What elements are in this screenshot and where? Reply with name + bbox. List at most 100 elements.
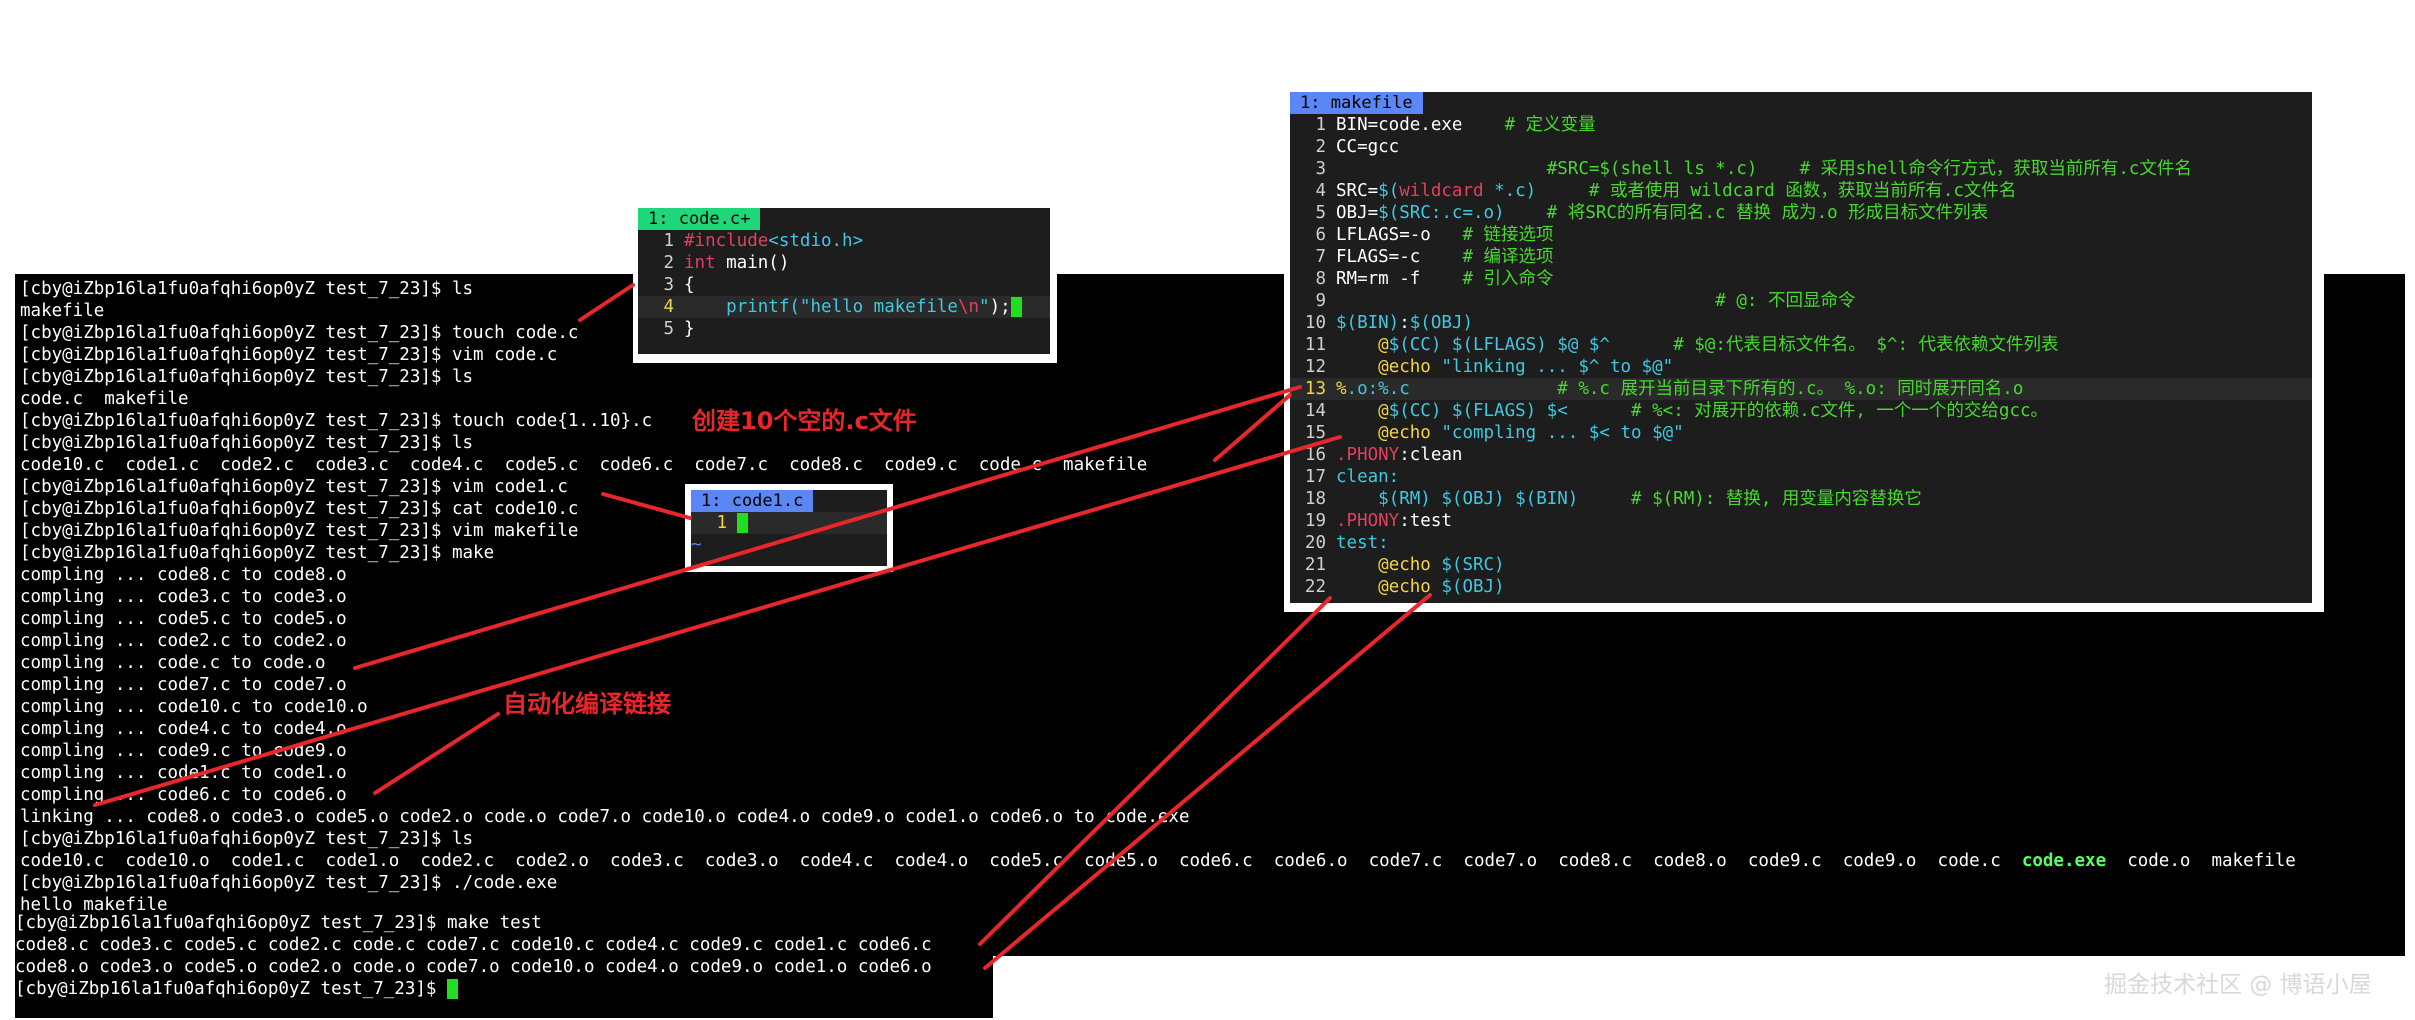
terminal-line: compling ... code6.c to code6.o	[20, 785, 347, 805]
code-token: # %.c 展开当前目录下所有的.c。 %.o: 同时展开同名.o	[1557, 379, 2024, 399]
line-number: 13	[1304, 379, 1326, 399]
line-number: 8	[1315, 269, 1326, 289]
line-number: 12	[1304, 357, 1326, 377]
terminal-line: [cby@iZbp16la1fu0afqhi6op0yZ test_7_23]$…	[15, 913, 542, 933]
makefile-line: 8 RM=rm -f # 引入命令	[1290, 268, 2312, 290]
prompt-text: [cby@iZbp16la1fu0afqhi6op0yZ test_7_23]$	[15, 979, 447, 999]
tab-makefile[interactable]: 1: makefile	[1290, 92, 1423, 114]
code-token: $(OBJ)	[1430, 577, 1505, 597]
code-token: FLAGS=-c	[1336, 247, 1463, 267]
code-token: "hello makefile	[799, 297, 958, 317]
annotation-create-files: 创建10个空的.c文件	[692, 407, 917, 435]
code-token: }	[684, 319, 695, 339]
line-number: 7	[1315, 247, 1326, 267]
code-token: $(SRC:.c=.o)	[1378, 203, 1505, 223]
tab-code-c[interactable]: 1: code.c+	[638, 208, 761, 230]
annotation-auto-compile: 自动化编译链接	[503, 690, 671, 718]
code-token: .PHONY	[1336, 511, 1400, 531]
code-token: :test	[1399, 511, 1452, 531]
code-token: #SRC=$(shell ls *.c) # 采用shell命令行方式，获取当前…	[1546, 159, 2192, 179]
makefile-line: 11 @$(CC) $(LFLAGS) $@ $^ # $@:代表目标文件名。 …	[1290, 334, 2312, 356]
vim-code-line: 3{	[638, 274, 1050, 296]
line-number: 17	[1304, 467, 1326, 487]
terminal-line: compling ... code10.c to code10.o	[20, 697, 368, 717]
line-number: 22	[1304, 577, 1326, 597]
code-token: main()	[715, 253, 790, 273]
terminal-line: code8.c code3.c code5.c code2.c code.c c…	[15, 935, 932, 955]
vim-code1-c-window: 1: code1.c 1 ~	[685, 484, 893, 572]
makefile-line: 5 OBJ=$(SRC:.c=.o) # 将SRC的所有同名.c 替换 成为.o …	[1290, 202, 2312, 224]
makefile-line: 20 test:	[1290, 532, 2312, 554]
makefile-line: 2 CC=gcc	[1290, 136, 2312, 158]
vim-tabbar: 1: code1.c	[691, 490, 887, 512]
code-token: SRC=	[1336, 181, 1379, 201]
terminal-line: linking ... code8.o code3.o code5.o code…	[20, 807, 1190, 827]
code-token: # 或者使用 wildcard 函数，获取当前所有.c文件名	[1588, 181, 2017, 201]
makefile-line: 18 $(RM) $(OBJ) $(BIN) # $(RM): 替换, 用变量内…	[1290, 488, 2312, 510]
makefile-line: 19 .PHONY:test	[1290, 510, 2312, 532]
code-token: # $(RM): 替换, 用变量内容替换它	[1631, 489, 1922, 509]
makefile-line: 10 $(BIN):$(OBJ)	[1290, 312, 2312, 334]
code-token: # 链接选项	[1462, 225, 1554, 245]
code-token: :	[1399, 313, 1410, 333]
makefile-line: 6 LFLAGS=-o # 链接选项	[1290, 224, 2312, 246]
code-token: );	[989, 297, 1011, 317]
ls-exe: code.exe	[2021, 851, 2107, 871]
makefile-line: 4 SRC=$(wildcard *.c) # 或者使用 wildcard 函数，…	[1290, 180, 2312, 202]
terminal-line: [cby@iZbp16la1fu0afqhi6op0yZ test_7_23]$…	[20, 873, 558, 893]
ls-files: code.o makefile	[2106, 851, 2296, 871]
line-number: 5	[663, 319, 674, 339]
vim-code-line: 4 printf("hello makefile\n");	[638, 296, 1050, 318]
code-token: $(	[1378, 181, 1400, 201]
code-token: @	[1378, 335, 1389, 355]
terminal-line-ls: code10.c code10.o code1.c code1.o code2.…	[20, 850, 2296, 872]
vim-code-line: 2 int main()	[638, 252, 1050, 274]
terminal-prompt[interactable]: [cby@iZbp16la1fu0afqhi6op0yZ test_7_23]$	[15, 978, 932, 1000]
makefile-line: 17 clean:	[1290, 466, 2312, 488]
vim-tabbar: 1: code.c+	[638, 208, 1050, 230]
code-token: # %<: 对展开的依赖.c文件, 一个一个的交给gcc。	[1631, 401, 2049, 421]
makefile-line: 13 %.o:%.c # %.c 展开当前目录下所有的.c。 %.o: 同时展开同…	[1290, 378, 2312, 400]
line-number: 19	[1304, 511, 1326, 531]
line-number: 16	[1304, 445, 1326, 465]
code-token: RM=rm -f	[1336, 269, 1463, 289]
line-number: 10	[1304, 313, 1326, 333]
makefile-line: 21 @echo $(SRC)	[1290, 554, 2312, 576]
line-number: 3	[1315, 159, 1326, 179]
make-test-output: [cby@iZbp16la1fu0afqhi6op0yZ test_7_23]$…	[15, 912, 932, 1000]
code-token: .PHONY	[1336, 445, 1400, 465]
code-token: $(CC) $(FLAGS) $<	[1388, 401, 1568, 421]
makefile-line: 16 .PHONY:clean	[1290, 444, 2312, 466]
makefile-line: 14 @$(CC) $(FLAGS) $< # %<: 对展开的依赖.c文件, …	[1290, 400, 2312, 422]
code-token: @echo	[1378, 577, 1431, 597]
code-token: "	[979, 297, 990, 317]
code-token: int	[684, 253, 716, 273]
tab-code1-c[interactable]: 1: code1.c	[691, 490, 814, 512]
code-token: $(CC) $(LFLAGS) $@ $^	[1388, 335, 1610, 355]
terminal-cursor	[446, 979, 458, 999]
terminal-line: compling ... code.c to code.o	[20, 653, 326, 673]
line-number: 3	[663, 275, 674, 295]
code-token: "linking ... $^ to $@"	[1430, 357, 1674, 377]
terminal-bottom[interactable]: [cby@iZbp16la1fu0afqhi6op0yZ test_7_23]$…	[15, 912, 993, 1018]
code-token: %	[1336, 379, 1347, 399]
code-token: CC=gcc	[1336, 137, 1400, 157]
line-number: 20	[1304, 533, 1326, 553]
line-number: 4	[663, 297, 674, 317]
makefile-line: 22 @echo $(OBJ)	[1290, 576, 2312, 598]
vim-code-line: 5}	[638, 318, 1050, 340]
code-token: # $@:代表目标文件名。 $^: 代表依赖文件列表	[1673, 335, 2059, 355]
makefile-line: 9 # @: 不回显命令	[1290, 290, 2312, 312]
